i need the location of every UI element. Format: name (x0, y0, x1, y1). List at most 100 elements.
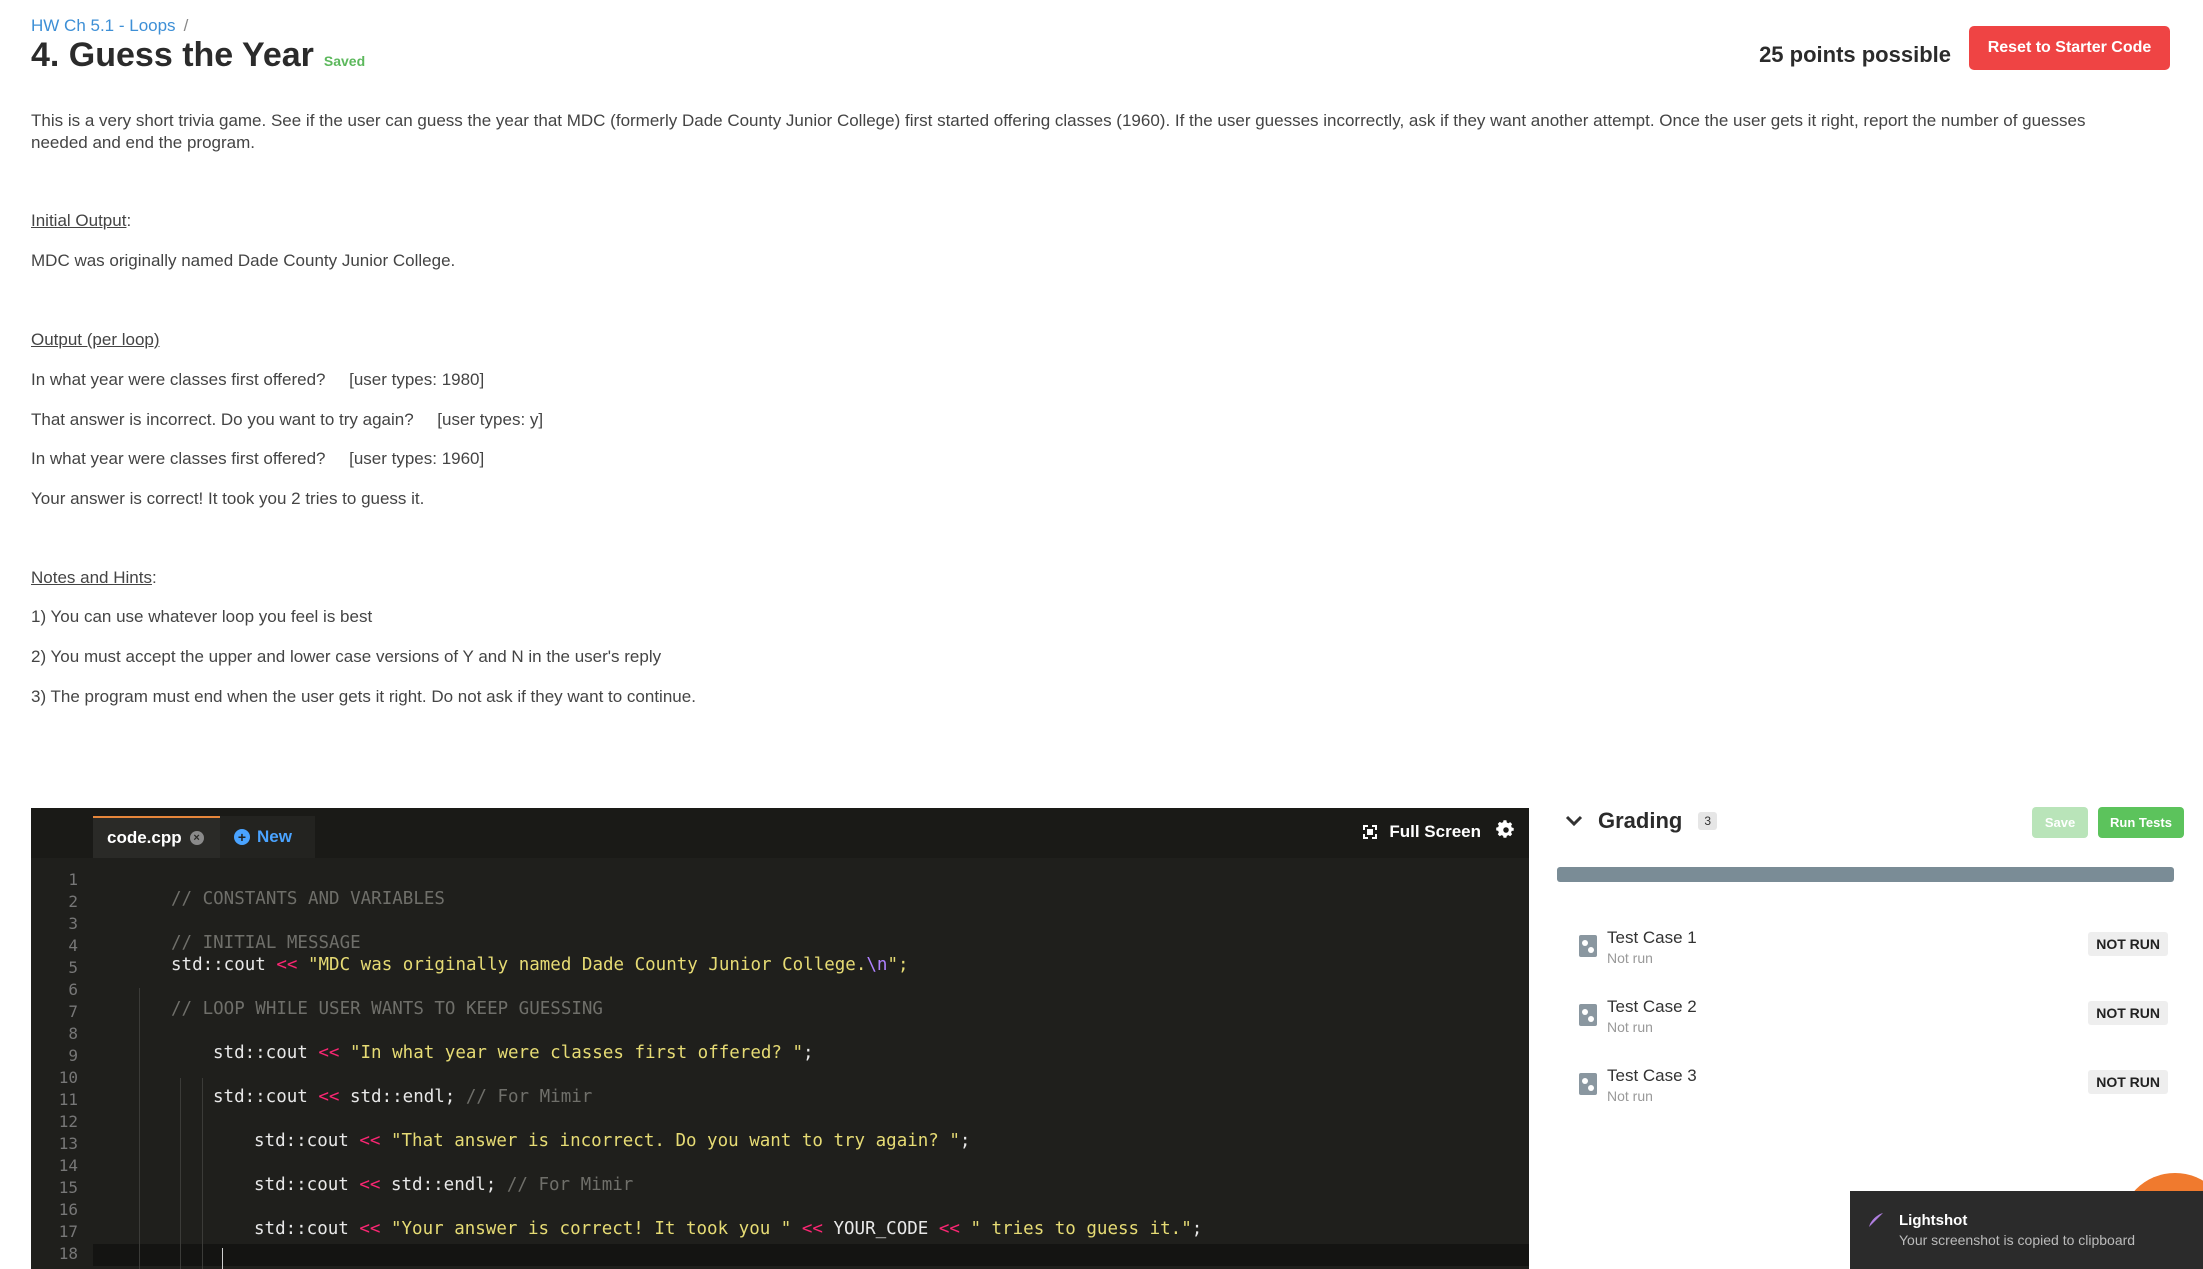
code-token: // For Mimir (465, 1087, 593, 1107)
code-token: << (359, 1175, 381, 1195)
close-icon[interactable]: × (189, 831, 204, 845)
line-number: 4 (68, 936, 78, 955)
code-token: ; (959, 1131, 971, 1151)
test-case-icon (1579, 1073, 1597, 1095)
code-token: // For Mimir (506, 1175, 634, 1195)
code-token: "; (887, 955, 909, 975)
feather-icon (1869, 1213, 1883, 1227)
note-line: 3) The program must end when the user ge… (31, 687, 696, 706)
loop-output-line: Your answer is correct! It took you 2 tr… (31, 489, 425, 508)
code-token: << (276, 955, 298, 975)
code-token: std::cout (213, 1043, 319, 1063)
problem-description: This is a very short trivia game. See if… (31, 111, 2086, 152)
lightshot-notification[interactable]: Lightshot Your screenshot is copied to c… (1850, 1191, 2203, 1269)
loop-output-line: That answer is incorrect. Do you want to… (31, 410, 544, 429)
points-possible: 25 points possible (1759, 42, 1951, 67)
line-number: 12 (58, 1112, 78, 1131)
breadcrumb-link[interactable]: HW Ch 5.1 - Loops (31, 16, 176, 35)
status-badge: NOT RUN (2088, 1001, 2168, 1025)
tab-label: code.cpp (107, 828, 182, 847)
test-case-row[interactable]: Test Case 2 Not run NOT RUN (1578, 997, 2168, 1047)
line-number: 15 (58, 1178, 78, 1197)
notification-message: Your screenshot is copied to clipboard (1899, 1232, 2136, 1248)
new-tab-label: New (257, 827, 292, 846)
grading-title: Grading (1598, 808, 1683, 833)
loop-output-line: In what year were classes first offered?… (31, 370, 485, 389)
line-number: 11 (58, 1090, 78, 1109)
notes-colon: : (151, 568, 157, 587)
code-comment: // LOOP WHILE USER WANTS TO KEEP GUESSIN… (171, 999, 603, 1019)
code-token: YOUR_CODE (822, 1219, 939, 1239)
code-token: std::endl; (380, 1175, 507, 1195)
page-title: 4. Guess the Year (31, 36, 314, 74)
test-count-badge: 3 (1698, 812, 1718, 830)
plus-circle-icon: + (234, 829, 250, 845)
test-case-name: Test Case 3 (1607, 1066, 1697, 1085)
title-row: 4. Guess the Year Saved (31, 36, 365, 75)
code-token: std::cout (254, 1219, 360, 1239)
code-token: << (801, 1219, 823, 1239)
code-comment: // INITIAL MESSAGE (171, 933, 361, 953)
save-button[interactable]: Save (2032, 807, 2088, 838)
new-file-tab[interactable]: + New (220, 816, 315, 858)
test-case-icon (1579, 935, 1597, 957)
code-line: std::cout << "That answer is incorrect. … (254, 1131, 970, 1151)
tab-code-cpp[interactable]: code.cpp × (93, 816, 220, 858)
fullscreen-icon (1363, 825, 1378, 839)
code-comment: // CONSTANTS AND VARIABLES (171, 889, 445, 909)
code-token: << (318, 1043, 340, 1063)
code-editor[interactable]: code.cpp × + New Full Screen 1 2 3 4 5 6… (31, 808, 1529, 1269)
breadcrumb: HW Ch 5.1 - Loops / (31, 16, 188, 36)
initial-output-heading-text: Initial Output (31, 211, 127, 230)
test-case-row[interactable]: Test Case 1 Not run NOT RUN (1578, 928, 2168, 978)
grading-progress-bar (1557, 867, 2174, 882)
notes-heading: Notes and Hints: (31, 568, 157, 588)
loop-output-line: In what year were classes first offered?… (31, 449, 485, 468)
breadcrumb-separator: / (183, 16, 189, 35)
line-number: 3 (68, 914, 78, 933)
test-case-icon (1579, 1004, 1597, 1026)
initial-output-line: MDC was originally named Dade County Jun… (31, 251, 456, 270)
run-tests-button[interactable]: Run Tests (2098, 807, 2184, 838)
code-line: std::cout << "In what year were classes … (213, 1043, 814, 1063)
code-token: ; (1191, 1219, 1203, 1239)
code-token: ; (803, 1043, 814, 1063)
code-token: << (359, 1131, 381, 1151)
code-area[interactable]: // CONSTANTS AND VARIABLES // INITIAL ME… (93, 858, 1529, 1269)
code-token: std::cout (213, 1087, 319, 1107)
test-case-row[interactable]: Test Case 3 Not run NOT RUN (1578, 1066, 2168, 1116)
full-screen-button[interactable]: Full Screen (1363, 822, 1481, 842)
code-token: << (359, 1219, 381, 1239)
test-case-name: Test Case 1 (1607, 928, 1697, 947)
notes-heading-text: Notes and Hints (31, 568, 152, 587)
line-number: 6 (68, 980, 78, 999)
code-line: std::cout << "MDC was originally named D… (171, 955, 909, 975)
saved-indicator: Saved (323, 53, 366, 69)
code-token: "In what year were classes first offered… (339, 1043, 804, 1063)
line-number-gutter: 1 2 3 4 5 6 7 8 9 10 11 12 13 14 15 16 1… (31, 858, 93, 1269)
test-case-status: Not run (1607, 950, 1653, 966)
code-token: std::cout (171, 955, 277, 975)
code-token: << (318, 1087, 340, 1107)
initial-output-colon: : (126, 211, 132, 230)
test-case-name: Test Case 2 (1607, 997, 1697, 1016)
line-number: 8 (68, 1024, 78, 1043)
reset-starter-code-button[interactable]: Reset to Starter Code (1969, 26, 2170, 70)
test-case-status: Not run (1607, 1019, 1653, 1035)
code-token: std::endl; (339, 1087, 466, 1107)
status-badge: NOT RUN (2088, 932, 2168, 956)
code-token: "That answer is incorrect. Do you want t… (380, 1131, 960, 1151)
code-line: std::cout << std::endl; // For Mimir (213, 1087, 592, 1107)
initial-output-heading: Initial Output: (31, 211, 131, 231)
grading-header[interactable]: Grading 3 (1564, 808, 1718, 834)
code-token: \n (866, 955, 888, 975)
line-number: 14 (58, 1156, 78, 1175)
line-number: 2 (68, 892, 78, 911)
code-line: std::cout << "Your answer is correct! It… (254, 1219, 1202, 1239)
note-line: 2) You must accept the upper and lower c… (31, 647, 662, 666)
line-number: 10 (58, 1068, 78, 1087)
line-number: 18 (58, 1244, 78, 1263)
gear-icon[interactable] (1495, 819, 1517, 841)
code-token: std::cout (254, 1131, 360, 1151)
chevron-down-icon[interactable] (1564, 811, 1584, 831)
